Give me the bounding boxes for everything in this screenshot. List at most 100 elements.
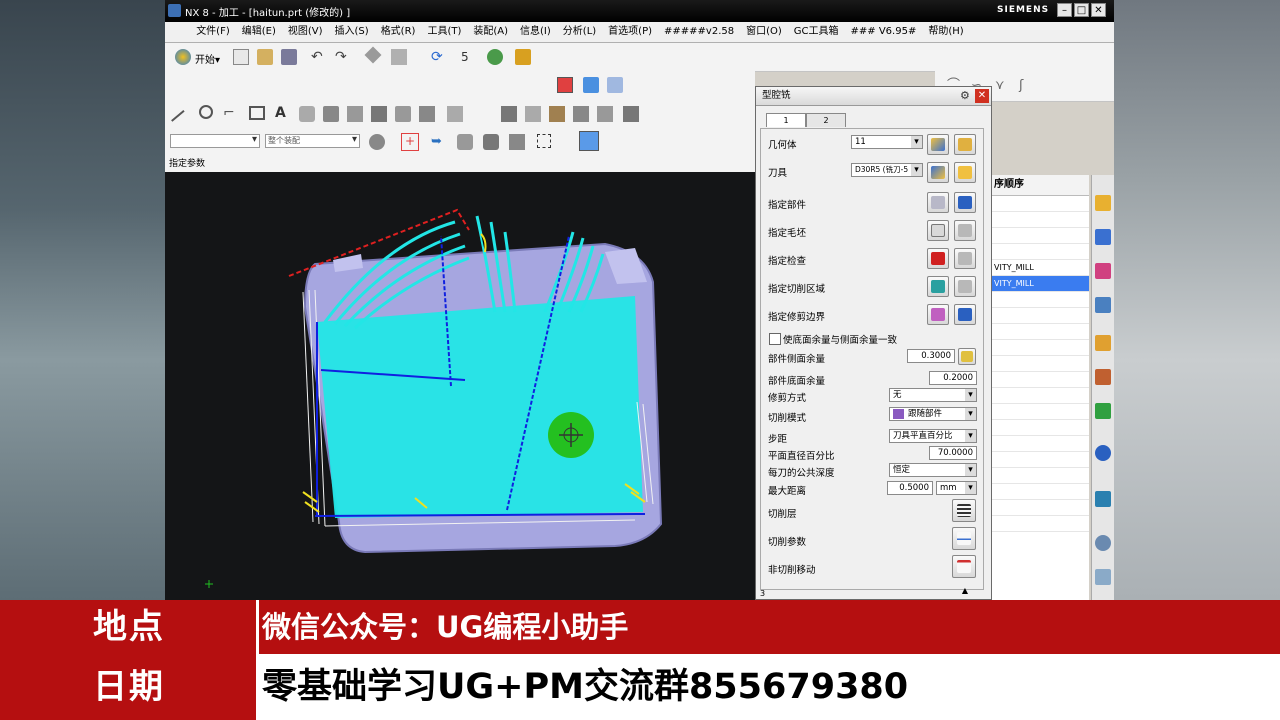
selection-scope-select[interactable]: 整个装配 [265, 134, 360, 148]
display-check-button[interactable] [954, 248, 976, 269]
navigator-row[interactable] [992, 340, 1089, 356]
rectangle-icon[interactable] [249, 106, 265, 120]
navigator-row[interactable]: VITY_MILL [992, 260, 1089, 276]
part-navigator-icon[interactable] [1095, 263, 1111, 279]
navigator-row[interactable] [992, 468, 1089, 484]
select-check-button[interactable] [927, 248, 949, 269]
navigator-row[interactable] [992, 388, 1089, 404]
postprocess-icon[interactable] [623, 106, 639, 122]
body-select-icon[interactable] [483, 134, 499, 150]
navigator-row[interactable] [992, 404, 1089, 420]
cut-icon[interactable] [364, 46, 382, 64]
face-select-icon[interactable] [509, 134, 525, 150]
shading-icon[interactable] [515, 49, 531, 65]
part-floor-stock-input[interactable]: 0.2000 [929, 371, 977, 385]
navigator-row[interactable] [992, 372, 1089, 388]
new-file-icon[interactable] [233, 49, 249, 65]
operation-navigator-tab-icon[interactable] [1095, 297, 1111, 313]
trim-curve-icon[interactable]: ʃ [1019, 78, 1035, 94]
navigator-row[interactable] [992, 484, 1089, 500]
feature-select-icon[interactable] [457, 134, 473, 150]
select-trim-button[interactable] [927, 304, 949, 325]
menu-info[interactable]: 信息(I) [514, 22, 557, 42]
display-mode-icon[interactable] [579, 131, 599, 151]
floor-same-wall-checkbox[interactable] [769, 333, 781, 345]
percent-input[interactable]: 70.0000 [929, 446, 977, 460]
menu-view[interactable]: 视图(V) [282, 22, 329, 42]
revolve-icon[interactable] [323, 106, 339, 122]
navigator-row[interactable] [992, 356, 1089, 372]
method-icon[interactable] [549, 106, 565, 122]
tool-select[interactable]: D30R5 (铣刀-5 [851, 163, 923, 177]
start-menu-label[interactable]: 开始▾ [195, 51, 220, 66]
web-browser-icon[interactable] [1095, 491, 1111, 507]
menu-help[interactable]: 帮助(H) [922, 22, 969, 42]
wireframe-cube-icon[interactable] [607, 77, 623, 93]
navigator-row[interactable] [992, 500, 1089, 516]
program-icon[interactable] [573, 106, 589, 122]
menu-plugin[interactable]: #####v2.58 [658, 22, 740, 42]
unit-select[interactable]: mm [936, 481, 977, 495]
menu-analysis[interactable]: 分析(L) [557, 22, 602, 42]
edit-geometry-button[interactable] [954, 134, 976, 155]
snap-point-icon[interactable]: + [401, 133, 419, 151]
navigator-row[interactable] [992, 196, 1089, 212]
arrow-select-icon[interactable]: ➥ [431, 134, 447, 150]
text-icon[interactable]: A [275, 105, 291, 121]
redo-icon[interactable]: ↷ [335, 49, 351, 65]
navigator-row[interactable] [992, 308, 1089, 324]
blend-icon[interactable] [419, 106, 435, 122]
menu-format[interactable]: 格式(R) [375, 22, 422, 42]
gear-icon[interactable]: ⚙ [960, 90, 972, 102]
save-icon[interactable] [281, 49, 297, 65]
copy-icon[interactable] [391, 49, 407, 65]
navigator-row[interactable] [992, 516, 1089, 532]
geometry-icon[interactable] [525, 106, 541, 122]
menu-tools[interactable]: 工具(T) [421, 22, 467, 42]
display-part-button[interactable] [954, 192, 976, 213]
close-view-icon[interactable] [557, 77, 573, 93]
lock-button[interactable] [958, 348, 976, 365]
start-icon[interactable] [175, 49, 191, 65]
cut-params-button[interactable] [952, 527, 976, 550]
display-trim-button[interactable] [954, 304, 976, 325]
transform-icon[interactable]: ⟳ [431, 49, 447, 65]
menu-assembly[interactable]: 装配(A) [467, 22, 514, 42]
navigator-row[interactable] [992, 436, 1089, 452]
trim-method-select[interactable]: 无 [889, 388, 977, 402]
assembly-navigator-icon[interactable] [1095, 195, 1111, 211]
tool-icon[interactable] [501, 106, 517, 122]
part-side-stock-input[interactable]: 0.3000 [907, 349, 955, 363]
close-icon[interactable]: ✕ [975, 89, 989, 103]
boss-icon[interactable] [371, 106, 387, 122]
hole-icon[interactable] [347, 106, 363, 122]
roles-icon[interactable] [1095, 569, 1111, 585]
new-tool-button[interactable] [927, 162, 949, 183]
extrude-icon[interactable] [299, 106, 315, 122]
navigator-row[interactable] [992, 420, 1089, 436]
select-blank-button[interactable] [927, 220, 949, 241]
cut-pattern-select[interactable]: 跟随部件 [889, 407, 977, 421]
display-blank-button[interactable] [954, 220, 976, 241]
tab-1[interactable]: 1 [766, 113, 806, 127]
select-cut-area-button[interactable] [927, 276, 949, 297]
menu-gc-toolbox[interactable]: GC工具箱 [788, 22, 845, 42]
navigator-row[interactable] [992, 452, 1089, 468]
info-icon[interactable] [1095, 445, 1111, 461]
pocket-icon[interactable] [395, 106, 411, 122]
machine-tool-icon[interactable] [1095, 335, 1111, 351]
menu-file[interactable]: 文件(F) [190, 22, 236, 42]
menu-edit[interactable]: 编辑(E) [236, 22, 282, 42]
close-window-button[interactable]: ✕ [1091, 3, 1106, 17]
clock-icon[interactable] [1095, 535, 1111, 551]
navigator-row[interactable] [992, 244, 1089, 260]
depth-select[interactable]: 恒定 [889, 463, 977, 477]
fillet-icon[interactable]: ⌐ [223, 105, 239, 121]
menu-plugin-2[interactable]: ### V6.95# [845, 22, 923, 42]
simulate-icon[interactable] [597, 106, 613, 122]
new-geometry-button[interactable] [927, 134, 949, 155]
open-folder-icon[interactable] [257, 49, 273, 65]
navigator-row[interactable] [992, 324, 1089, 340]
menu-preferences[interactable]: 首选项(P) [602, 22, 658, 42]
menu-insert[interactable]: 插入(S) [329, 22, 375, 42]
